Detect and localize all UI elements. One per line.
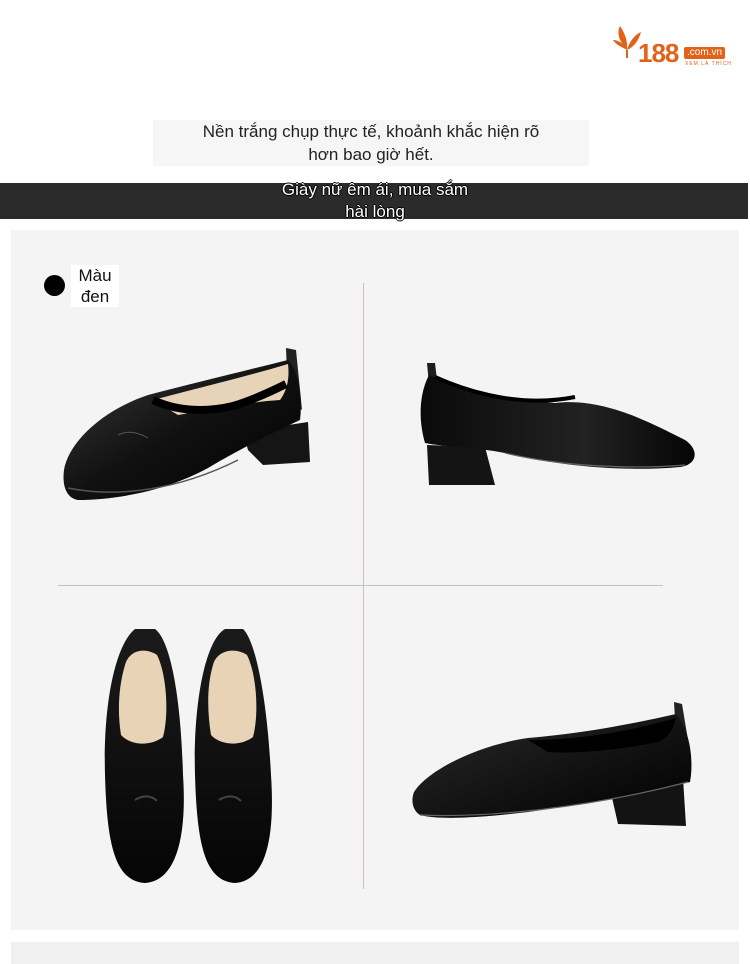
headline-line-1: Nền trắng chụp thực tế, khoảnh khắc hiện… bbox=[202, 122, 540, 141]
shoe-image-side-right[interactable] bbox=[415, 355, 705, 490]
banner-line-1: Giày nữ êm ái, mua sắm bbox=[281, 180, 469, 199]
brand-tagline: XEM LÀ THÍCH bbox=[685, 61, 732, 67]
headline-line-2: hơn bao giờ hết. bbox=[308, 145, 434, 164]
next-section-strip bbox=[11, 942, 739, 964]
color-label-line-1: Màu bbox=[78, 266, 112, 285]
shoe-image-top-pair[interactable] bbox=[95, 625, 275, 887]
shoe-image-front-left[interactable] bbox=[58, 340, 318, 510]
brand-logo[interactable]: 188 .com.vn XEM LÀ THÍCH bbox=[612, 20, 734, 70]
color-label: Màu đen bbox=[71, 265, 119, 307]
banner-line-2: hài lòng bbox=[345, 202, 405, 221]
panel-divider-vertical bbox=[363, 283, 364, 889]
brand-domain: .com.vn bbox=[684, 47, 726, 59]
color-label-line-2: đen bbox=[80, 287, 110, 306]
headline: Nền trắng chụp thực tế, khoảnh khắc hiện… bbox=[153, 120, 589, 166]
banner-text: Giày nữ êm ái, mua sắm hài lòng bbox=[200, 179, 550, 223]
panel-divider-horizontal bbox=[58, 585, 663, 586]
shoe-image-back-right[interactable] bbox=[408, 700, 698, 830]
brand-number: 188 bbox=[638, 38, 679, 68]
color-swatch[interactable] bbox=[44, 275, 65, 296]
